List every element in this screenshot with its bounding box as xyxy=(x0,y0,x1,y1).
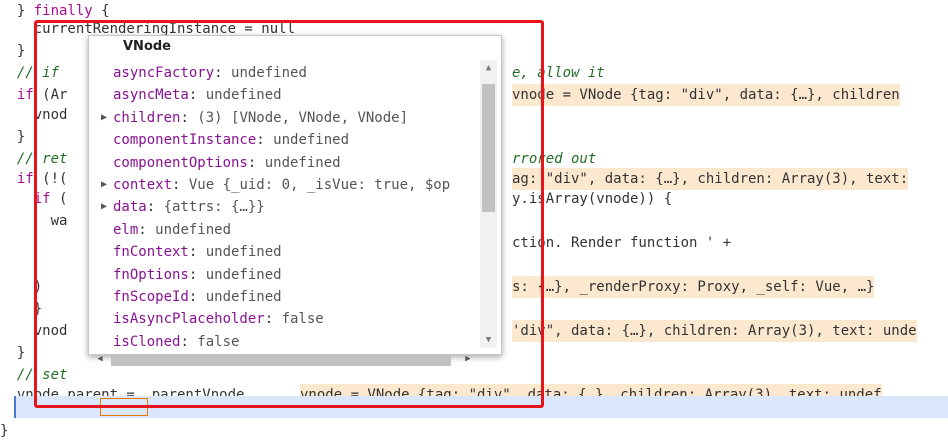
property-separator: : xyxy=(180,333,198,350)
code-line-text: if (!( xyxy=(16,171,68,187)
property-separator: : xyxy=(138,221,156,238)
code-line-text: if (Ar xyxy=(16,87,68,103)
property-name: componentInstance xyxy=(113,132,257,149)
current-execution-line xyxy=(14,396,948,418)
property-row: isAsyncPlaceholder: false xyxy=(101,308,479,330)
property-separator: : xyxy=(188,288,206,305)
property-list[interactable]: asyncFactory: undefined asyncMeta: undefi… xyxy=(101,62,479,352)
code-line-text: // if xyxy=(16,65,60,81)
code-line-text: wa xyxy=(50,213,68,229)
property-separator: : xyxy=(180,109,198,126)
property-row: fnScopeId: undefined xyxy=(101,286,479,308)
triangle-up-icon[interactable]: ▲ xyxy=(480,60,497,76)
code-fragment: e, allow it xyxy=(512,65,605,81)
property-name: fnContext xyxy=(113,244,189,261)
code-line-text: } xyxy=(16,129,26,145)
property-value: Vue {_uid: 0, _isVue: true, $op xyxy=(188,176,451,193)
triangle-right-icon[interactable]: ▶ xyxy=(461,352,475,366)
code-line-text: vnod xyxy=(33,107,68,123)
triangle-left-icon[interactable]: ◀ xyxy=(93,352,107,366)
property-value: (3) [VNode, VNode, VNode] xyxy=(197,109,409,126)
property-value: undefined xyxy=(155,221,232,238)
property-value: false xyxy=(281,311,324,328)
inline-value-preview: 'div", data: {…}, children: Array(3), te… xyxy=(512,320,917,342)
inline-value-preview: s: {…}, _renderProxy: Proxy, _self: Vue,… xyxy=(512,276,875,298)
property-name: isAsyncPlaceholder xyxy=(113,311,265,328)
property-row: componentInstance: undefined xyxy=(101,129,479,151)
property-name: asyncMeta xyxy=(113,87,189,104)
property-name: elm xyxy=(113,221,139,238)
hovered-token-highlight[interactable] xyxy=(100,398,148,416)
property-name: children xyxy=(113,109,181,126)
property-value: undefined xyxy=(231,65,307,81)
property-row: elm: undefined xyxy=(101,219,479,241)
property-value: {attrs: {…}} xyxy=(163,199,265,216)
disclosure-triangle-icon[interactable]: ▶ xyxy=(101,196,113,218)
property-row: isCloned: false xyxy=(101,331,479,352)
code-line-text: } xyxy=(0,423,9,439)
code-line-text: } finally { xyxy=(16,3,110,19)
code-line-text: } xyxy=(16,345,26,361)
vertical-scroll-thumb[interactable] xyxy=(482,84,495,212)
code-line-text: } xyxy=(33,301,43,317)
horizontal-scroll-thumb[interactable] xyxy=(111,354,451,366)
property-row[interactable]: ▶ children: (3) [VNode, VNode, VNode] xyxy=(101,107,479,129)
property-value: undefined xyxy=(205,288,282,305)
property-separator: : xyxy=(188,87,206,104)
code-fragment: ction. Render function ' + xyxy=(512,235,732,251)
property-value: undefined xyxy=(205,266,282,283)
property-row[interactable]: ▶ data: {attrs: {…}} xyxy=(101,196,479,218)
code-line-text: if ( xyxy=(33,191,68,207)
code-line[interactable]: // set xyxy=(0,364,948,386)
property-name: fnOptions xyxy=(113,266,189,283)
code-line-text: } xyxy=(16,43,26,59)
code-line-text: // ret xyxy=(16,151,68,167)
disclosure-triangle-icon[interactable]: ▶ xyxy=(101,107,113,129)
triangle-down-icon[interactable]: ▼ xyxy=(480,332,497,348)
popover-title: VNode xyxy=(123,39,171,54)
property-separator: : xyxy=(214,65,232,81)
property-name: context xyxy=(113,176,173,193)
property-separator: : xyxy=(188,266,206,283)
property-value: undefined xyxy=(205,244,282,261)
property-separator: : xyxy=(188,244,206,261)
property-separator: : xyxy=(146,199,164,216)
property-name: asyncFactory xyxy=(113,65,215,81)
vertical-scrollbar[interactable]: ▲ ▼ xyxy=(480,60,497,348)
property-value: undefined xyxy=(264,154,341,171)
inline-value-preview: vnode = VNode {tag: "div", data: {…}, ch… xyxy=(512,84,900,106)
inline-value-preview: ag: "div", data: {…}, children: Array(3)… xyxy=(512,168,909,190)
property-row: fnOptions: undefined xyxy=(101,264,479,286)
variable-preview-popover[interactable]: VNode asyncFactory: undefined asyncMeta: … xyxy=(88,35,502,366)
property-value: false xyxy=(197,333,240,350)
code-line-text: ) xyxy=(33,279,43,295)
execution-gutter-marker xyxy=(14,396,16,418)
property-separator: : xyxy=(172,176,189,193)
code-line-text: // set xyxy=(16,367,68,383)
property-row: fnContext: undefined xyxy=(101,241,479,263)
property-row: asyncMeta: undefined xyxy=(101,84,479,106)
property-value: undefined xyxy=(205,87,282,104)
property-separator: : xyxy=(256,132,274,149)
property-value: undefined xyxy=(273,132,350,149)
property-row: componentOptions: undefined xyxy=(101,152,479,174)
property-row[interactable]: ▶ context: Vue {_uid: 0, _isVue: true, $o… xyxy=(101,174,479,196)
property-separator: : xyxy=(247,154,265,171)
disclosure-triangle-icon[interactable]: ▶ xyxy=(101,174,113,196)
property-name: data xyxy=(113,199,147,216)
property-separator: : xyxy=(264,311,282,328)
code-fragment: y.isArray(vnode)) { xyxy=(512,191,673,207)
code-line-text: vnod xyxy=(33,323,68,339)
code-fragment: rrored out xyxy=(512,151,597,167)
property-row: asyncFactory: undefined xyxy=(101,62,479,84)
property-name: componentOptions xyxy=(113,154,248,171)
property-name: fnScopeId xyxy=(113,288,189,305)
property-name: isCloned xyxy=(113,333,181,350)
